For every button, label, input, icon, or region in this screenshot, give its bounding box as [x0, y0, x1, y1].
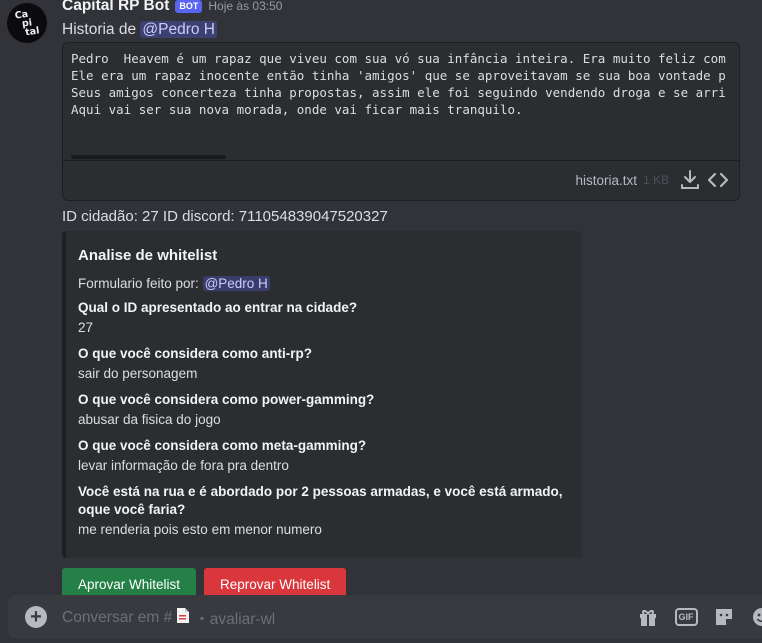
composer-channel-name: ・avaliar-wl: [194, 611, 276, 628]
file-content-line: Seus amigos concerteza tinha propostas, …: [71, 85, 726, 100]
message-timestamp: Hoje às 03:50: [208, 0, 283, 13]
embed-field: O que você considera como anti-rp? sair …: [78, 345, 568, 383]
file-content-line: Aqui vai ser sua nova morada, onde vai f…: [71, 102, 523, 117]
file-size: 1 KB: [642, 173, 669, 187]
field-question: O que você considera como meta-gamming?: [78, 438, 367, 453]
embed-field: Você está na rua e é abordado por 2 pess…: [78, 483, 568, 539]
field-question: Você está na rua e é abordado por 2 pess…: [78, 484, 563, 517]
file-content-line: Ele era um rapaz inocente então tinha 'a…: [71, 68, 726, 83]
file-content: Pedro Heavem é um rapaz que viveu com su…: [63, 43, 739, 160]
gif-icon[interactable]: GIF: [674, 605, 698, 629]
field-answer: abusar da fisica do jogo: [78, 412, 221, 427]
channel-doc-icon: [176, 607, 190, 629]
field-question: O que você considera como power-gamming?: [78, 392, 375, 407]
embed-field: O que você considera como meta-gamming? …: [78, 437, 568, 475]
id-line: ID cidadão: 27 ID discord: 7110548390475…: [62, 208, 388, 225]
horizontal-scrollbar[interactable]: [71, 155, 226, 159]
embed-description: Formulario feito por: @Pedro H: [78, 276, 568, 291]
bot-badge: BOT: [175, 0, 203, 13]
message-header: Capital RP Bot BOT Hoje às 03:50: [62, 0, 282, 17]
add-icon[interactable]: +: [25, 606, 47, 628]
embed-title: Analise de whitelist: [78, 247, 218, 264]
field-question: O que você considera como anti-rp?: [78, 346, 313, 361]
field-answer: levar informação de fora pra dentro: [78, 458, 289, 473]
message-input[interactable]: Conversar em # ・avaliar-wl: [62, 607, 275, 629]
embed-field: Qual o ID apresentado ao entrar na cidad…: [78, 299, 568, 337]
file-content-line: Pedro Heavem é um rapaz que viveu com su…: [71, 51, 726, 66]
field-answer: 27: [78, 320, 94, 335]
user-mention[interactable]: @Pedro H: [140, 21, 218, 38]
avatar-logo: Ca pi tal: [14, 8, 40, 38]
username[interactable]: Capital RP Bot: [62, 0, 169, 15]
embed-field: O que você considera como power-gamming?…: [78, 391, 568, 429]
composer-placeholder-prefix: Conversar em #: [62, 609, 173, 626]
embed-desc-prefix: Formulario feito por:: [78, 276, 199, 291]
field-answer: me renderia pois esto em menor numero: [78, 522, 322, 537]
gif-label: GIF: [674, 608, 698, 626]
whitelist-embed: Analise de whitelist Formulario feito po…: [62, 231, 582, 558]
sticker-icon[interactable]: [712, 605, 736, 629]
file-attachment: Pedro Heavem é um rapaz que viveu com su…: [62, 42, 740, 201]
message-composer: + Conversar em # ・avaliar-wl GIF: [8, 595, 762, 639]
message-text: Historia de @Pedro H: [62, 21, 218, 39]
field-question: Qual o ID apresentado ao entrar na cidad…: [78, 300, 358, 315]
file-footer: historia.txt 1 KB: [575, 169, 729, 191]
gift-icon[interactable]: [636, 605, 660, 629]
code-icon[interactable]: [707, 169, 729, 191]
field-answer: sair do personagem: [78, 366, 198, 381]
message-text-prefix: Historia de: [62, 21, 137, 38]
bot-avatar[interactable]: Ca pi tal: [7, 3, 47, 43]
divider: [63, 160, 739, 161]
embed-user-mention[interactable]: @Pedro H: [202, 276, 270, 291]
composer-icons: GIF: [636, 605, 762, 629]
file-name: historia.txt: [575, 172, 637, 188]
download-icon[interactable]: [679, 169, 701, 191]
emoji-icon[interactable]: [750, 605, 762, 629]
